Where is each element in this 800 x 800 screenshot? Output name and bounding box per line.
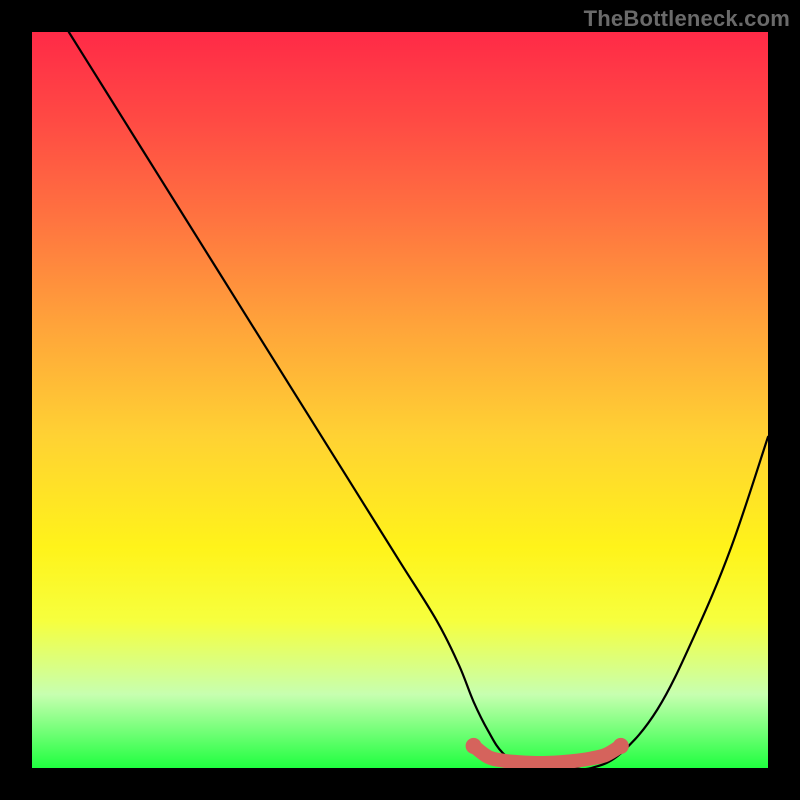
chart-svg [32,32,768,768]
optimal-marker-path [474,746,621,763]
optimal-marker-end-right [613,738,629,754]
chart-frame: TheBottleneck.com [0,0,800,800]
watermark-text: TheBottleneck.com [584,6,790,32]
bottleneck-curve-path [69,32,768,768]
plot-area [32,32,768,768]
optimal-marker-end-left [466,738,482,754]
